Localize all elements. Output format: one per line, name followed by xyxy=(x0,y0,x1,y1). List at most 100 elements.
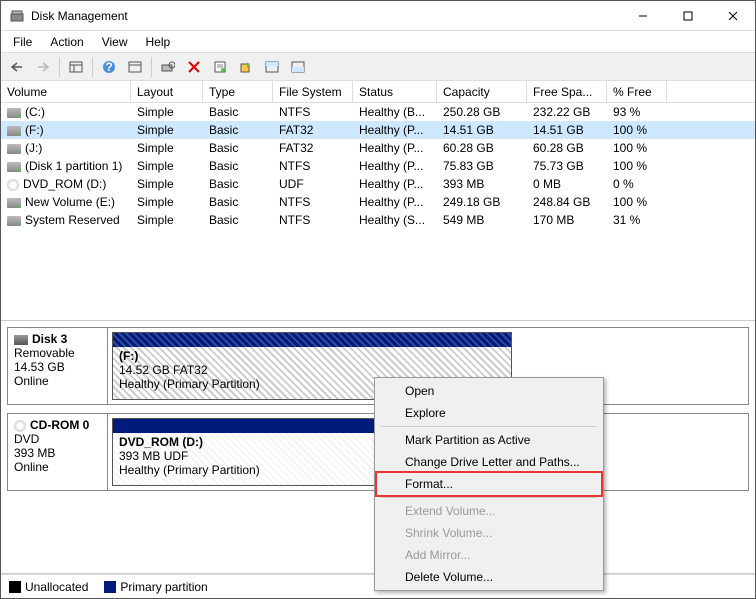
volume-capacity: 250.28 GB xyxy=(437,104,527,120)
toolbar-separator xyxy=(92,57,93,77)
partition-header-bar xyxy=(113,333,511,347)
volume-name: (Disk 1 partition 1) xyxy=(25,159,122,173)
cm-add-mirror: Add Mirror... xyxy=(377,544,601,566)
view-top-button[interactable] xyxy=(260,56,284,78)
volume-list-header: Volume Layout Type File System Status Ca… xyxy=(1,81,755,103)
disk-name: CD-ROM 0 xyxy=(30,418,89,432)
hdd-icon xyxy=(14,335,28,345)
window-title: Disk Management xyxy=(31,9,620,23)
disk-label[interactable]: Disk 3Removable14.53 GBOnline xyxy=(8,328,108,404)
app-icon xyxy=(9,8,25,24)
volume-layout: Simple xyxy=(131,104,203,120)
col-fs[interactable]: File System xyxy=(273,81,353,102)
volume-free: 0 MB xyxy=(527,176,607,192)
drive-icon xyxy=(7,198,21,208)
legend-swatch-primary xyxy=(104,581,116,593)
volume-capacity: 75.83 GB xyxy=(437,158,527,174)
help-button[interactable]: ? xyxy=(97,56,121,78)
volume-filesystem: NTFS xyxy=(273,158,353,174)
svg-text:?: ? xyxy=(105,60,112,74)
disk-size: 393 MB xyxy=(14,446,101,460)
col-capacity[interactable]: Capacity xyxy=(437,81,527,102)
toolbar-separator xyxy=(151,57,152,77)
minimize-button[interactable] xyxy=(620,1,665,30)
volume-filesystem: NTFS xyxy=(273,104,353,120)
disk-name: Disk 3 xyxy=(32,332,67,346)
volume-free: 248.84 GB xyxy=(527,194,607,210)
menu-help[interactable]: Help xyxy=(138,33,179,51)
menu-view[interactable]: View xyxy=(94,33,136,51)
menu-action[interactable]: Action xyxy=(42,33,91,51)
drive-icon xyxy=(7,144,21,154)
show-hide-console-button[interactable] xyxy=(64,56,88,78)
back-button[interactable] xyxy=(5,56,29,78)
cm-mark-active[interactable]: Mark Partition as Active xyxy=(377,429,601,451)
delete-button[interactable] xyxy=(182,56,206,78)
dvd-icon xyxy=(7,179,19,191)
volume-capacity: 14.51 GB xyxy=(437,122,527,138)
window-controls xyxy=(620,1,755,30)
volume-name: DVD_ROM (D:) xyxy=(23,177,106,191)
col-type[interactable]: Type xyxy=(203,81,273,102)
menu-file[interactable]: File xyxy=(5,33,40,51)
volume-layout: Simple xyxy=(131,158,203,174)
action-button[interactable] xyxy=(234,56,258,78)
volume-filesystem: NTFS xyxy=(273,194,353,210)
cm-delete[interactable]: Delete Volume... xyxy=(377,566,601,588)
volume-status: Healthy (B... xyxy=(353,104,437,120)
volume-row[interactable]: System ReservedSimpleBasicNTFSHealthy (S… xyxy=(1,211,755,229)
volume-pct-free: 100 % xyxy=(607,140,667,156)
volume-pct-free: 93 % xyxy=(607,104,667,120)
cd-icon xyxy=(14,420,26,432)
col-status[interactable]: Status xyxy=(353,81,437,102)
menubar: File Action View Help xyxy=(1,31,755,53)
toolbar-separator xyxy=(59,57,60,77)
cm-format[interactable]: Format... xyxy=(375,471,603,497)
volume-row[interactable]: DVD_ROM (D:)SimpleBasicUDFHealthy (P...3… xyxy=(1,175,755,193)
volume-row[interactable]: (C:)SimpleBasicNTFSHealthy (B...250.28 G… xyxy=(1,103,755,121)
volume-row[interactable]: (F:)SimpleBasicFAT32Healthy (P...14.51 G… xyxy=(1,121,755,139)
col-pct[interactable]: % Free xyxy=(607,81,667,102)
partition-size-fs: 14.52 GB FAT32 xyxy=(119,363,505,377)
disk-management-window: Disk Management File Action View Help ? … xyxy=(0,0,756,599)
context-menu[interactable]: Open Explore Mark Partition as Active Ch… xyxy=(374,377,604,591)
volume-type: Basic xyxy=(203,194,273,210)
volume-type: Basic xyxy=(203,122,273,138)
volume-status: Healthy (S... xyxy=(353,212,437,228)
volume-pct-free: 0 % xyxy=(607,176,667,192)
disk-label[interactable]: CD-ROM 0DVD393 MBOnline xyxy=(8,414,108,490)
rescan-disks-button[interactable] xyxy=(156,56,180,78)
view-bottom-button[interactable] xyxy=(286,56,310,78)
forward-button[interactable] xyxy=(31,56,55,78)
legend-swatch-unallocated xyxy=(9,581,21,593)
disk-kind: DVD xyxy=(14,432,101,446)
volume-name: New Volume (E:) xyxy=(25,195,115,209)
maximize-button[interactable] xyxy=(665,1,710,30)
volume-row[interactable]: (J:)SimpleBasicFAT32Healthy (P...60.28 G… xyxy=(1,139,755,157)
refresh-button[interactable] xyxy=(123,56,147,78)
volume-free: 75.73 GB xyxy=(527,158,607,174)
volume-capacity: 249.18 GB xyxy=(437,194,527,210)
volume-type: Basic xyxy=(203,176,273,192)
cm-explore[interactable]: Explore xyxy=(377,402,601,424)
volume-status: Healthy (P... xyxy=(353,122,437,138)
volume-row[interactable]: (Disk 1 partition 1) SimpleBasicNTFSHealt… xyxy=(1,157,755,175)
col-layout[interactable]: Layout xyxy=(131,81,203,102)
cm-open[interactable]: Open xyxy=(377,380,601,402)
drive-icon xyxy=(7,126,21,136)
volume-list-pane[interactable]: Volume Layout Type File System Status Ca… xyxy=(1,81,755,321)
cm-change-letter[interactable]: Change Drive Letter and Paths... xyxy=(377,451,601,473)
cm-extend: Extend Volume... xyxy=(377,500,601,522)
close-button[interactable] xyxy=(710,1,755,30)
volume-free: 60.28 GB xyxy=(527,140,607,156)
col-free[interactable]: Free Spa... xyxy=(527,81,607,102)
volume-type: Basic xyxy=(203,104,273,120)
col-volume[interactable]: Volume xyxy=(1,81,131,102)
volume-type: Basic xyxy=(203,158,273,174)
titlebar: Disk Management xyxy=(1,1,755,31)
volume-row[interactable]: New Volume (E:)SimpleBasicNTFSHealthy (P… xyxy=(1,193,755,211)
volume-filesystem: FAT32 xyxy=(273,140,353,156)
volume-name: (J:) xyxy=(25,141,42,155)
volume-status: Healthy (P... xyxy=(353,158,437,174)
properties-button[interactable] xyxy=(208,56,232,78)
